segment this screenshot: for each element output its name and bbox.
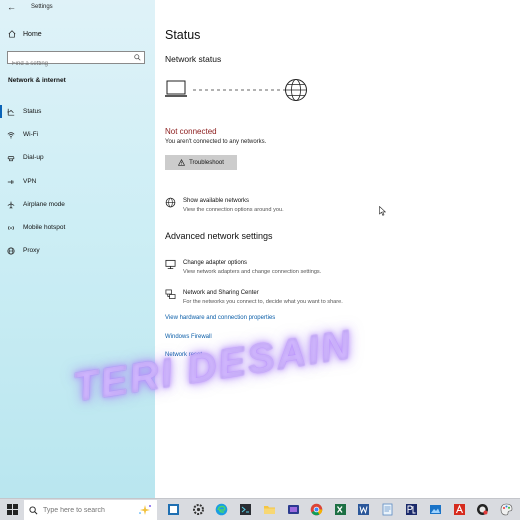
settings-search-box[interactable]	[7, 51, 145, 70]
home-link[interactable]: Home	[8, 30, 42, 38]
back-button[interactable]: ←	[7, 2, 16, 12]
taskbar-search-box[interactable]	[24, 500, 157, 520]
taskbar-search-input[interactable]	[43, 506, 133, 514]
sidebar: ← Settings Home Network & internet Statu…	[0, 0, 155, 498]
sidebar-item-vpn[interactable]: VPN	[0, 170, 155, 193]
sidebar-item-label: Status	[23, 108, 42, 116]
warning-icon	[178, 159, 186, 166]
windows-firewall-link[interactable]: Windows Firewall	[165, 334, 212, 340]
task-view-icon[interactable]	[166, 502, 181, 517]
network-reset-link[interactable]: Network reset	[165, 352, 202, 358]
sidebar-item-label: VPN	[23, 177, 37, 185]
title-bar: ← Settings	[0, 0, 155, 16]
globe-icon	[7, 247, 15, 255]
adapter-icon	[165, 259, 176, 270]
windows-start-icon[interactable]	[7, 504, 18, 515]
airplane-icon	[7, 201, 15, 209]
sidebar-item-label: Dial-up	[23, 154, 44, 162]
edge-browser-icon[interactable]	[214, 502, 229, 517]
hotspot-icon	[8, 225, 14, 230]
search-icon	[29, 505, 38, 514]
main-content: Status Network status Not connected You …	[155, 0, 520, 498]
word-icon[interactable]	[356, 502, 371, 517]
terminal-icon[interactable]	[238, 502, 253, 517]
pl-app-icon[interactable]	[404, 502, 419, 517]
photos-icon[interactable]	[428, 502, 443, 517]
chrome-icon[interactable]	[309, 502, 324, 517]
sidebar-item-proxy[interactable]: Proxy	[0, 239, 155, 262]
sharing-center-icon	[165, 289, 176, 299]
window-title: Settings	[31, 4, 53, 10]
file-explorer-icon[interactable]	[262, 502, 277, 517]
sidebar-item-label: Proxy	[23, 247, 40, 255]
sidebar-nav: Status Wi-Fi Dial-up VPN Airplane mode M…	[0, 100, 155, 262]
option-description: View network adapters and change connect…	[183, 269, 322, 275]
option-title: Show available networks	[183, 198, 250, 204]
network-diagram	[165, 79, 307, 101]
show-available-networks[interactable]: Show available networks View the connect…	[165, 197, 284, 215]
taskbar	[0, 498, 520, 520]
notepad-icon[interactable]	[380, 502, 395, 517]
available-networks-icon	[165, 197, 176, 208]
option-description: For the networks you connect to, decide …	[183, 299, 343, 305]
internet-globe-icon	[285, 79, 307, 101]
settings-app-icon[interactable]	[191, 502, 206, 517]
home-label: Home	[23, 30, 42, 38]
network-sharing-center[interactable]: Network and Sharing Center For the netwo…	[165, 289, 343, 307]
home-icon	[8, 30, 16, 38]
folder-app-icon[interactable]	[286, 502, 301, 517]
dialup-icon	[7, 156, 15, 162]
mouse-cursor-icon	[379, 206, 386, 216]
sidebar-item-label: Wi-Fi	[23, 131, 39, 139]
connection-state: Not connected	[165, 127, 217, 136]
option-description: View the connection options around you.	[183, 207, 284, 213]
laptop-icon	[165, 80, 187, 97]
network-status-heading: Network status	[165, 54, 222, 64]
option-title: Network and Sharing Center	[183, 290, 259, 296]
sidebar-item-dialup[interactable]: Dial-up	[0, 146, 155, 169]
sidebar-item-mobile-hotspot[interactable]: Mobile hotspot	[0, 216, 155, 239]
search-icon	[134, 54, 141, 61]
vpn-icon	[7, 179, 14, 184]
troubleshoot-label: Troubleshoot	[189, 159, 224, 166]
advanced-settings-heading: Advanced network settings	[165, 231, 273, 241]
acrobat-icon[interactable]	[452, 502, 467, 517]
wifi-icon	[7, 132, 15, 139]
search-highlight-icon	[139, 505, 151, 515]
sidebar-item-label: Mobile hotspot	[23, 224, 66, 232]
change-adapter-options[interactable]: Change adapter options View network adap…	[165, 259, 321, 277]
hardware-properties-link[interactable]: View hardware and connection properties	[165, 315, 275, 321]
option-title: Change adapter options	[183, 260, 248, 266]
sidebar-section-title: Network & internet	[8, 77, 66, 84]
paint-icon[interactable]	[499, 502, 514, 517]
troubleshoot-button[interactable]: Troubleshoot	[165, 155, 237, 170]
camera-icon[interactable]	[475, 502, 490, 517]
status-icon	[7, 108, 15, 116]
sidebar-item-wifi[interactable]: Wi-Fi	[0, 123, 155, 146]
connection-description: You aren't connected to any networks.	[165, 139, 267, 145]
sidebar-item-airplane-mode[interactable]: Airplane mode	[0, 193, 155, 216]
page-title: Status	[165, 28, 201, 42]
settings-search-input[interactable]	[8, 58, 126, 70]
excel-icon[interactable]	[333, 502, 348, 517]
sidebar-item-label: Airplane mode	[23, 200, 65, 208]
sidebar-item-status[interactable]: Status	[0, 100, 155, 123]
